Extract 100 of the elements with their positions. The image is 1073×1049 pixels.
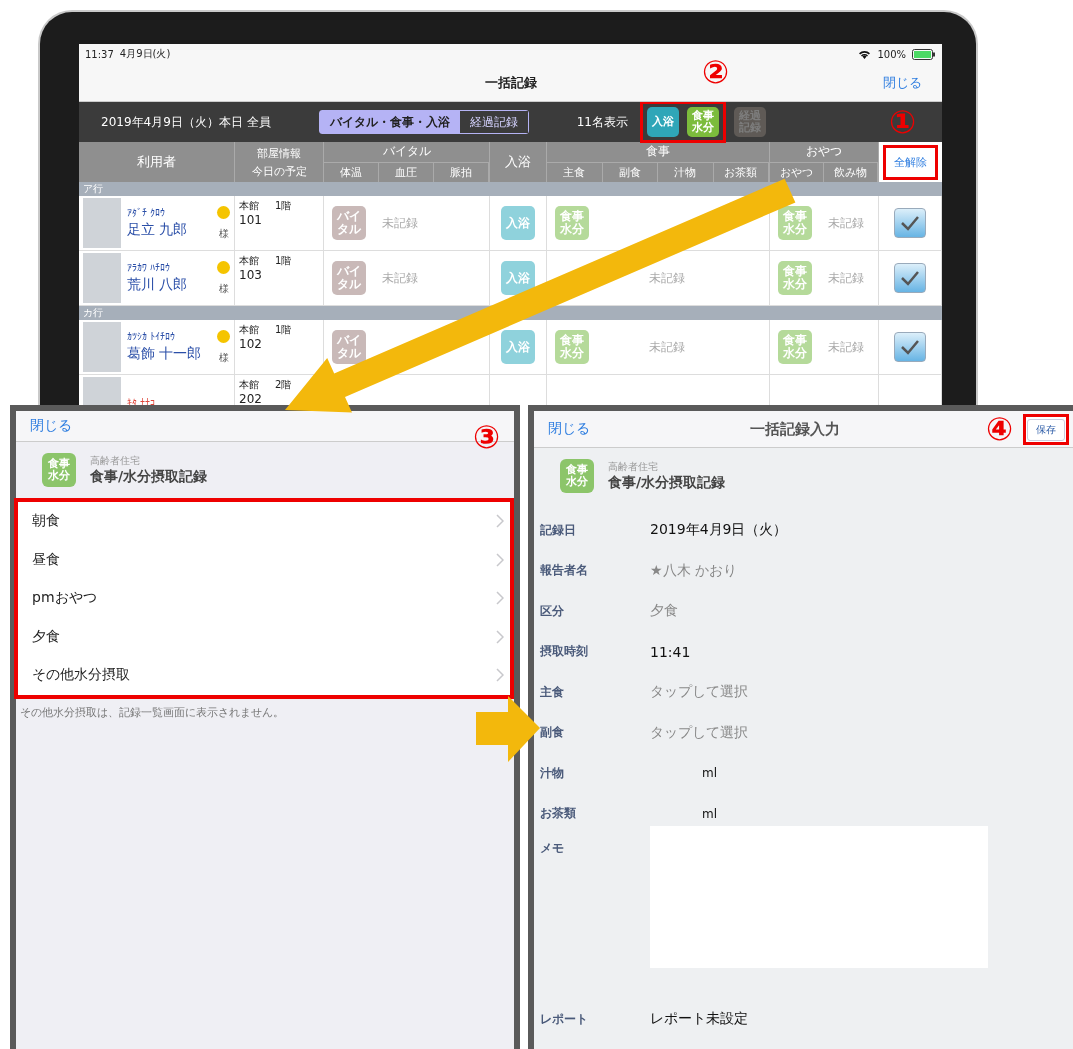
select-field[interactable]: タップして選択 [650,683,748,702]
honorific: 様 [218,281,229,296]
subtitle: 高齢者住宅 [608,460,659,474]
record-status: 未記録 [828,214,864,232]
chevron-icon [496,629,504,644]
column-header: 部屋情報 [257,145,301,161]
check-icon [900,339,920,355]
field-label: 副食 [540,724,565,742]
record-status: 未記録 [649,338,685,356]
close-link[interactable]: 閉じる [30,417,72,435]
field-value[interactable]: 2019年4月9日（火） [650,521,788,540]
field-label: 記録日 [540,521,577,539]
floor-label: 1階 [275,199,292,213]
floor-label: 1階 [275,254,292,268]
name-kana: ｱﾀﾞﾁ ｸﾛｳ [127,207,167,218]
vital-chip[interactable]: バイタル [332,206,366,240]
chevron-icon [496,514,504,529]
menu-item[interactable]: 昼食 [18,540,510,579]
photo-placeholder [83,322,121,372]
wifi-icon [858,49,872,59]
callout-number: ① [889,106,917,138]
vital-chip[interactable]: バイタル [332,261,366,295]
record-status: 未記録 [649,269,685,287]
filter-button[interactable]: 食事水分 [686,107,719,137]
field-label: お茶類 [540,805,577,823]
check-icon [900,215,920,231]
column-header: 食事 [547,142,769,163]
field-value[interactable]: 夕食 [650,602,678,621]
menu-item[interactable]: その他水分摂取 [18,656,510,695]
field-value[interactable]: 11:41 [650,643,691,660]
pointer-arrow [476,696,540,762]
building-label: 本館 [239,378,259,392]
segment-tab[interactable]: バイタル・食事・入浴 [319,111,460,133]
building-label: 本館 [239,323,259,337]
resident-name: 葛飾 十一郎 [127,345,203,363]
photo-placeholder [83,198,121,248]
resident-name: 荒川 八郎 [127,276,189,294]
record-title: 食事/水分摂取記録 [90,468,208,486]
menu-item[interactable]: 朝食 [18,502,510,541]
floor-label: 2階 [275,378,292,392]
footnote: その他水分摂取は、記録一覧画面に表示されません。 [19,704,285,721]
callout-number: ④ [985,413,1013,445]
status-date: 4月9日(火) [119,47,171,61]
field-value[interactable]: レポート未設定 [650,1010,748,1029]
group-label: カ行 [83,306,103,320]
checkbox[interactable] [894,208,926,238]
room-number: 202 [239,392,262,405]
menu-item[interactable]: pmおやつ [18,579,510,618]
screen-title: 一括記録入力 [750,419,840,439]
vital-chip[interactable]: バイタル [332,330,366,364]
record-status: 未記録 [382,269,418,287]
select-field[interactable]: タップして選択 [650,723,748,742]
resident-name: 足立 九郎 [127,221,189,239]
subtitle: 高齢者住宅 [90,454,141,468]
field-label: 主食 [540,683,565,701]
room-number: 101 [239,213,262,227]
checkbox[interactable] [894,332,926,362]
name-kana: ｶﾂｼｶ ﾄｲﾁﾛｳ [127,331,177,342]
group-label: ア行 [83,182,103,196]
battery-icon [912,48,936,60]
filter-button[interactable]: 入浴 [646,107,679,137]
record-status: 未記録 [382,214,418,232]
room-number: 102 [239,337,262,351]
date-label: 2019年4月9日（火）本日 全員 [101,113,271,131]
close-link[interactable]: 閉じる [548,420,590,438]
name-kana: ｱﾗｶﾜ ﾊﾁﾛｳ [127,262,172,273]
column-header: 今日の予定 [251,163,307,179]
callout-number: ② [702,56,730,88]
chevron-icon [496,591,504,606]
meal-chip: 食事水分 [42,453,76,487]
save-button[interactable]: 保存 [1027,418,1065,441]
display-count: 11名表示 [576,113,628,131]
bath-chip[interactable]: 入浴 [501,261,535,295]
chevron-icon [496,668,504,683]
photo-placeholder [83,253,121,303]
field-label: レポート [540,1010,589,1028]
field-value[interactable]: ★八木 かおり [650,561,737,580]
checkbox[interactable] [894,263,926,293]
callout-number: ③ [472,421,500,453]
field-label: メモ [540,840,565,857]
menu-item[interactable]: 夕食 [18,617,510,656]
record-title: 食事/水分摂取記録 [608,474,726,492]
bath-chip[interactable]: 入浴 [501,206,535,240]
field-label: 報告者名 [540,562,589,580]
field-label: 汁物 [540,764,565,782]
building-label: 本館 [239,254,259,268]
record-status: 未記録 [828,269,864,287]
column-header: バイタル [324,142,489,163]
status-time: 11:37 [85,48,114,60]
record-status: 未記録 [828,338,864,356]
amount-field[interactable]: ml [702,806,718,821]
floor-label: 1階 [275,323,292,337]
room-number: 103 [239,268,262,282]
bath-chip[interactable]: 入浴 [501,330,535,364]
chevron-icon [496,552,504,567]
check-icon [900,270,920,286]
building-label: 本館 [239,199,259,213]
amount-field[interactable]: ml [702,766,718,781]
close-link[interactable]: 閉じる [883,73,922,92]
battery-percent: 100% [877,48,906,60]
